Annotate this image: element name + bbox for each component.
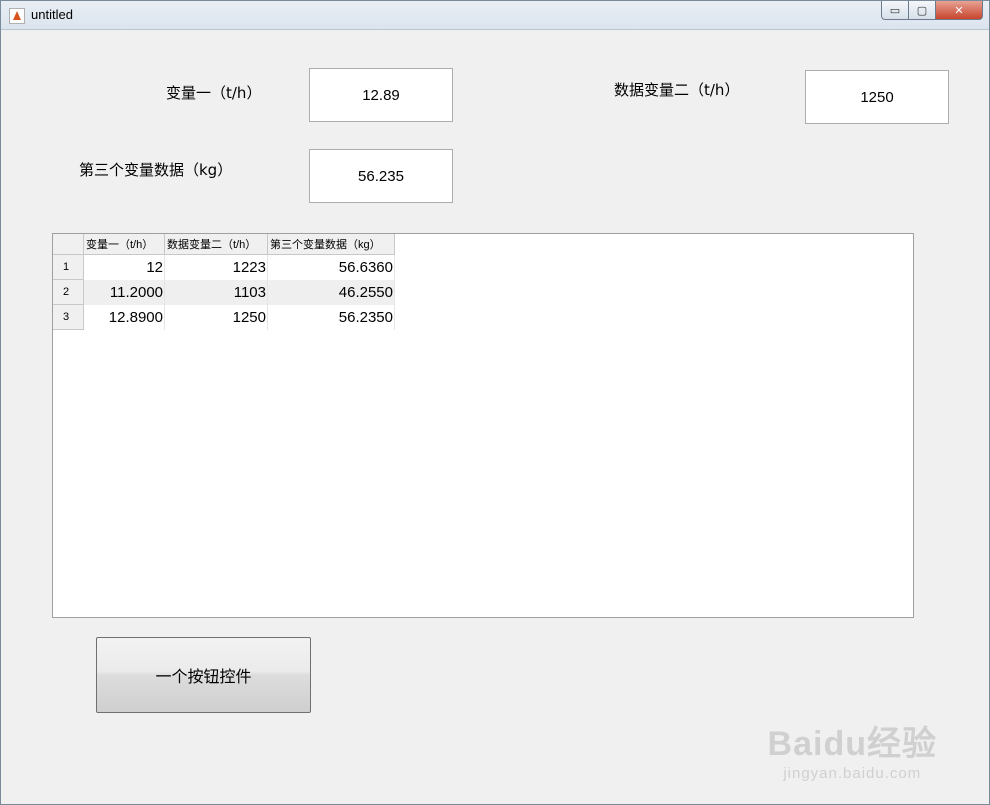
data-table[interactable]: 变量一（t/h） 数据变量二（t/h） 第三个变量数据（kg） 1 12 122… [52,233,914,618]
var3-field[interactable]: 56.235 [309,149,453,203]
column-header[interactable]: 第三个变量数据（kg） [267,234,395,255]
var2-field[interactable]: 1250 [805,70,949,124]
maximize-icon: ▢ [916,3,928,17]
table-corner-cell [53,234,84,255]
table-row: 2 11.2000 1103 46.2550 [53,279,395,305]
close-button[interactable]: ✕ [935,1,983,20]
push-button[interactable]: 一个按钮控件 [96,637,311,713]
table-cell[interactable]: 56.6360 [267,254,395,280]
table-cell[interactable]: 12.8900 [83,304,165,330]
table-row: 3 12.8900 1250 56.2350 [53,304,395,330]
data-grid: 变量一（t/h） 数据变量二（t/h） 第三个变量数据（kg） 1 12 122… [53,234,395,330]
table-cell[interactable]: 56.2350 [267,304,395,330]
watermark: Baidu经验 jingyan.baidu.com [768,716,937,782]
minimize-button[interactable]: ▭ [881,1,909,20]
table-cell[interactable]: 1223 [164,254,268,280]
window-controls: ▭ ▢ ✕ [881,1,983,20]
table-cell[interactable]: 12 [83,254,165,280]
matlab-icon [9,8,25,24]
watermark-url: jingyan.baidu.com [783,765,922,782]
table-cell[interactable]: 1250 [164,304,268,330]
table-cell[interactable]: 46.2550 [267,279,395,305]
watermark-logo: Baidu经验 [767,725,937,763]
figure-content: 变量一（t/h） 12.89 数据变量二（t/h） 1250 第三个变量数据（k… [8,30,982,798]
row-header[interactable]: 1 [53,254,84,280]
var1-label: 变量一（t/h） [166,84,262,102]
table-header-row: 变量一（t/h） 数据变量二（t/h） 第三个变量数据（kg） [53,234,395,255]
var3-label: 第三个变量数据（kg） [79,161,233,179]
close-icon: ✕ [954,3,964,17]
column-header[interactable]: 数据变量二（t/h） [164,234,268,255]
row-header[interactable]: 3 [53,304,84,330]
var2-label: 数据变量二（t/h） [614,81,740,99]
table-cell[interactable]: 1103 [164,279,268,305]
row-header[interactable]: 2 [53,279,84,305]
maximize-button[interactable]: ▢ [908,1,936,20]
window-title: untitled [31,7,73,22]
table-row: 1 12 1223 56.6360 [53,254,395,280]
var1-field[interactable]: 12.89 [309,68,453,122]
figure-window: untitled ▭ ▢ ✕ 变量一（t/h） 12.89 数据变量二（t/h）… [0,0,990,805]
column-header[interactable]: 变量一（t/h） [83,234,165,255]
title-bar[interactable]: untitled ▭ ▢ ✕ [1,1,989,30]
table-cell[interactable]: 11.2000 [83,279,165,305]
minimize-icon: ▭ [889,3,901,17]
